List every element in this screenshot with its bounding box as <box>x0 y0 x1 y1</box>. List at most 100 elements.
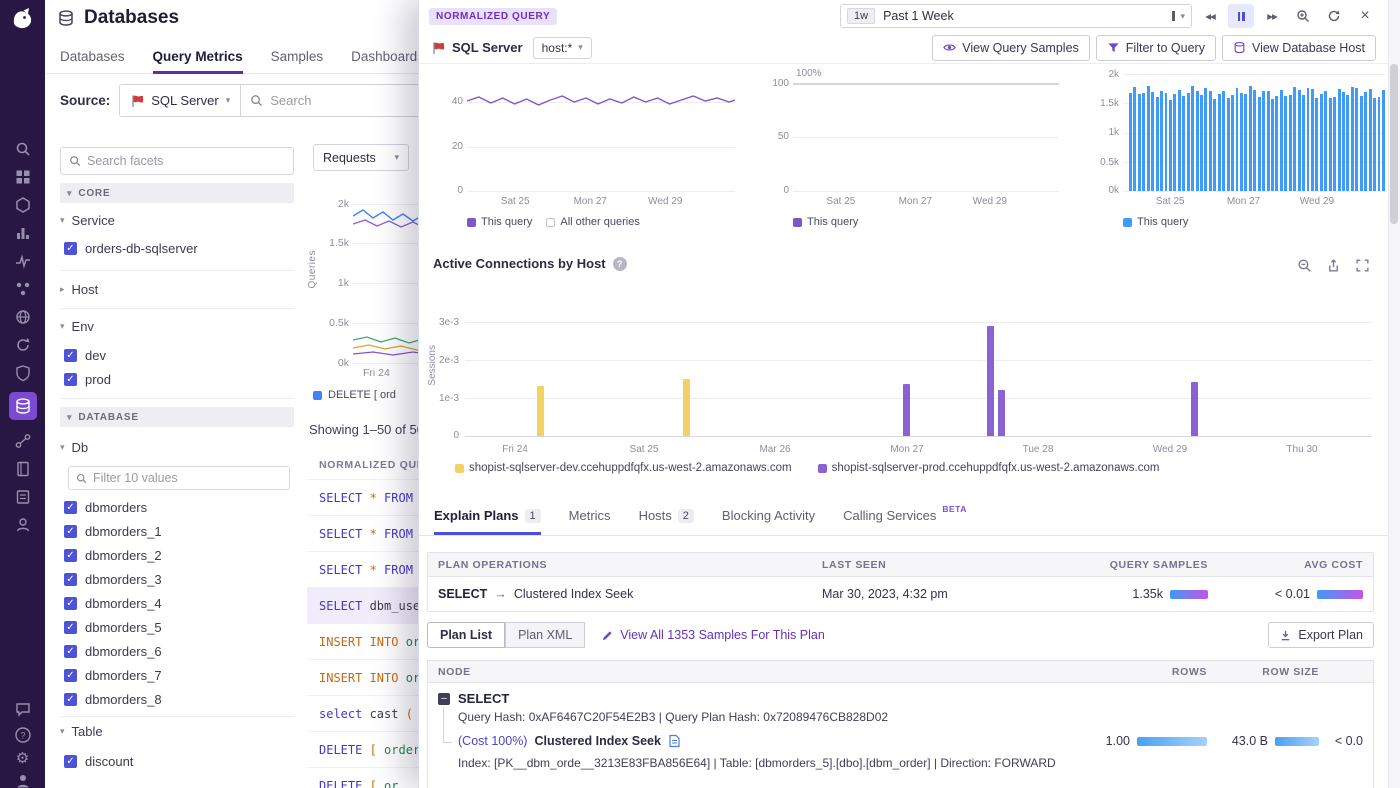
metric-selector[interactable]: Requests▾ <box>313 144 409 171</box>
facet-value-db[interactable]: dbmorders <box>64 498 147 516</box>
tab-blocking-activity[interactable]: Blocking Activity <box>722 496 815 535</box>
plan-doc-icon[interactable] <box>668 734 681 748</box>
facet-host-header[interactable]: ▸Host <box>60 282 98 297</box>
time-range-picker[interactable]: 1w Past 1 Week ▾ <box>840 4 1192 28</box>
table-row[interactable]: SELECT→Clustered Index Seek Mar 30, 2023… <box>428 577 1373 611</box>
checkbox-checked[interactable] <box>64 621 77 634</box>
checkbox-checked[interactable] <box>64 242 77 255</box>
value-bar <box>1137 737 1207 746</box>
zoom-icon[interactable] <box>1290 4 1316 28</box>
plan-xml-button[interactable]: Plan XML <box>505 622 585 648</box>
settings-icon[interactable]: ⚙ <box>14 750 32 768</box>
node-root-row[interactable]: – SELECT <box>438 691 1363 706</box>
view-query-samples-button[interactable]: View Query Samples <box>932 35 1090 61</box>
chat-icon[interactable] <box>14 700 32 718</box>
host-filter-select[interactable]: host:*▾ <box>533 37 592 59</box>
node-operation-row[interactable]: (Cost 100%) Clustered Index Seek 1.00 43… <box>438 734 1363 748</box>
skip-forward-button[interactable]: ▶▶ <box>1259 4 1285 28</box>
facet-env-header[interactable]: ▾Env <box>60 319 94 334</box>
checkbox-checked[interactable] <box>64 693 77 706</box>
tab-explain-plans[interactable]: Explain Plans1 <box>434 496 541 535</box>
integrations-icon[interactable] <box>14 280 32 298</box>
facet-value-db[interactable]: dbmorders_1 <box>64 522 162 540</box>
pause-button[interactable] <box>1228 4 1254 28</box>
metrics-icon[interactable] <box>14 224 32 242</box>
tab-calling-services[interactable]: Calling ServicesBETA <box>843 496 967 535</box>
export-icon[interactable] <box>1326 258 1341 273</box>
tab-metrics[interactable]: Metrics <box>569 496 611 535</box>
time-pause-indicator[interactable]: ▾ <box>1172 11 1185 22</box>
facet-service-header[interactable]: ▾Service <box>60 213 115 228</box>
databases-icon[interactable] <box>9 392 37 420</box>
view-all-samples-link[interactable]: View All 1353 Samples For This Plan <box>601 628 825 642</box>
facet-value-db[interactable]: dbmorders_5 <box>64 618 162 636</box>
facet-value-db[interactable]: dbmorders_3 <box>64 570 162 588</box>
help-icon[interactable]: ? <box>613 257 627 271</box>
export-plan-button[interactable]: Export Plan <box>1268 622 1374 648</box>
checkbox-checked[interactable] <box>64 373 77 386</box>
close-icon[interactable]: × <box>1352 4 1378 28</box>
app-root: ? ⚙ Databases Databases Query Metrics Sa… <box>0 0 1400 788</box>
rum-icon[interactable] <box>14 516 32 534</box>
collapse-icon[interactable]: – <box>438 693 450 705</box>
integration-label: SQL Server <box>452 40 523 55</box>
facet-value-env-dev[interactable]: dev <box>64 346 106 364</box>
facet-value-env-prod[interactable]: prod <box>64 370 111 388</box>
facet-value-label: dbmorders_8 <box>85 692 162 707</box>
facet-value-db[interactable]: dbmorders_6 <box>64 642 162 660</box>
facet-value-db[interactable]: dbmorders_4 <box>64 594 162 612</box>
facet-value-db[interactable]: dbmorders_8 <box>64 690 162 708</box>
infrastructure-icon[interactable] <box>14 168 32 186</box>
network-icon[interactable] <box>14 432 32 450</box>
checkbox-checked[interactable] <box>64 501 77 514</box>
scrollbar[interactable] <box>1388 0 1400 788</box>
chevron-down-icon: ▾ <box>60 442 65 453</box>
checkbox-checked[interactable] <box>64 669 77 682</box>
time-range-chip[interactable]: 1w <box>847 8 875 24</box>
help-icon[interactable]: ? <box>14 726 32 744</box>
scrollbar-thumb[interactable] <box>1390 64 1398 224</box>
checkbox-checked[interactable] <box>64 525 77 538</box>
checkbox-checked[interactable] <box>64 597 77 610</box>
search-icon[interactable] <box>14 140 32 158</box>
checkbox-checked[interactable] <box>64 549 77 562</box>
chevron-down-icon: ▾ <box>394 152 399 163</box>
synthetics-icon[interactable] <box>14 308 32 326</box>
checkbox-checked[interactable] <box>64 573 77 586</box>
ci-cd-icon[interactable] <box>14 336 32 354</box>
notebooks-icon[interactable] <box>14 460 32 478</box>
tab-hosts[interactable]: Hosts2 <box>639 496 694 535</box>
facet-value-db[interactable]: dbmorders_7 <box>64 666 162 684</box>
y-tick: 0k <box>317 357 349 369</box>
facet-value-db[interactable]: dbmorders_2 <box>64 546 162 564</box>
checkbox-checked[interactable] <box>64 645 77 658</box>
view-database-host-button[interactable]: View Database Host <box>1222 35 1376 61</box>
filter-to-query-button[interactable]: Filter to Query <box>1096 35 1216 61</box>
checkbox-checked[interactable] <box>64 349 77 362</box>
plan-list-button[interactable]: Plan List <box>427 622 505 648</box>
skip-back-button[interactable]: ◀◀ <box>1197 4 1223 28</box>
zoom-reset-icon[interactable] <box>1297 258 1312 273</box>
refresh-icon[interactable] <box>1321 4 1347 28</box>
facet-table-header[interactable]: ▾Table <box>60 724 103 739</box>
facet-group-database[interactable]: ▾DATABASE <box>60 407 294 427</box>
facet-value-table[interactable]: discount <box>64 752 133 770</box>
query-details-panel: NORMALIZED QUERY 1w Past 1 Week ▾ ◀◀ ▶▶ … <box>418 0 1400 788</box>
datadog-logo-icon[interactable] <box>9 6 36 33</box>
fullscreen-icon[interactable] <box>1355 258 1370 273</box>
db-filter-input[interactable] <box>93 471 282 485</box>
facet-search-field[interactable] <box>60 147 294 175</box>
facet-search-input[interactable] <box>87 154 285 168</box>
db-filter-field[interactable] <box>68 466 290 490</box>
checkbox-checked[interactable] <box>64 755 77 768</box>
facet-group-core[interactable]: ▾CORE <box>60 183 294 203</box>
logs-icon[interactable] <box>14 488 32 506</box>
bar-series <box>1129 74 1385 191</box>
apm-icon[interactable] <box>14 252 32 270</box>
host-map-icon[interactable] <box>14 196 32 214</box>
facet-db-header[interactable]: ▾Db <box>60 440 88 455</box>
facet-value-label: discount <box>85 754 133 769</box>
facet-value-service[interactable]: orders-db-sqlserver <box>64 239 198 257</box>
security-icon[interactable] <box>14 364 32 382</box>
user-icon[interactable] <box>14 772 32 788</box>
